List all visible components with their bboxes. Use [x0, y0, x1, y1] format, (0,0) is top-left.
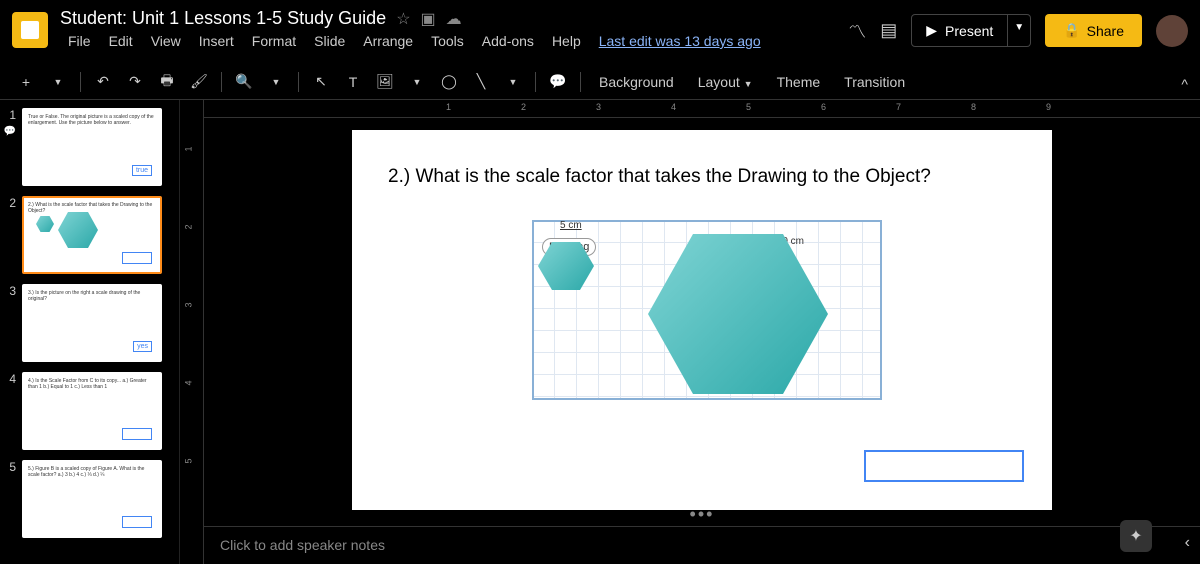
thumbnail-content: 5.) Figure B is a scaled copy of Figure …: [24, 462, 160, 482]
menu-tools[interactable]: Tools: [423, 31, 472, 51]
document-title[interactable]: Student: Unit 1 Lessons 1-5 Study Guide: [60, 8, 386, 29]
thumbnail-content: 2.) What is the scale factor that takes …: [24, 198, 160, 218]
answer-input-box[interactable]: [864, 450, 1024, 482]
menu-help[interactable]: Help: [544, 31, 589, 51]
shape-tool[interactable]: ◯: [435, 68, 463, 96]
slide-number: 5: [9, 460, 16, 474]
thumbnail-content: True or False. The original picture is a…: [24, 110, 160, 130]
thumbnail-answer-box: yes: [133, 341, 152, 352]
ruler-tick: 7: [896, 102, 901, 112]
thumbnail-answer-box: [122, 252, 152, 264]
redo-button[interactable]: ↷: [121, 68, 149, 96]
collapse-toolbar-icon[interactable]: ^: [1181, 76, 1188, 92]
zoom-button[interactable]: 🔍: [230, 68, 258, 96]
transition-button[interactable]: Transition: [834, 70, 915, 94]
thumbnail-answer-box: [122, 516, 152, 528]
thumbnail-content: 3.) Is the picture on the right a scale …: [24, 286, 160, 306]
vertical-ruler: 1 2 3 4 5: [180, 100, 204, 564]
slide-number: 1: [9, 108, 16, 122]
ruler-tick: 1: [446, 102, 451, 112]
side-panel-toggle[interactable]: ‹: [1185, 534, 1190, 552]
share-button[interactable]: 🔒 Share: [1045, 14, 1142, 47]
textbox-tool[interactable]: T: [339, 68, 367, 96]
separator: [535, 72, 536, 92]
menu-edit[interactable]: Edit: [101, 31, 141, 51]
ruler-tick: 4: [671, 102, 676, 112]
separator: [80, 72, 81, 92]
comments-icon[interactable]: ▤: [880, 20, 897, 41]
slide-diagram: 5 cm Drawing 20 cm Object: [532, 220, 882, 400]
slide-thumbnails-panel: 1 💬 True or False. The original picture is…: [0, 100, 180, 564]
theme-button[interactable]: Theme: [767, 70, 831, 94]
select-tool[interactable]: ↖: [307, 68, 335, 96]
menu-view[interactable]: View: [143, 31, 189, 51]
measurement-5cm: 5 cm: [560, 220, 582, 231]
separator: [298, 72, 299, 92]
slide-thumbnail[interactable]: True or False. The original picture is a…: [22, 108, 162, 186]
new-slide-dropdown[interactable]: ▼: [44, 68, 72, 96]
present-button[interactable]: ▶ Present: [911, 14, 1008, 47]
move-icon[interactable]: ▣: [421, 9, 436, 29]
ruler-tick: 5: [184, 458, 194, 463]
ruler-tick: 2: [184, 224, 194, 229]
ruler-tick: 9: [1046, 102, 1051, 112]
menu-file[interactable]: File: [60, 31, 99, 51]
slide-number: 2: [9, 196, 16, 210]
ruler-tick: 4: [184, 380, 194, 385]
thumbnail-content: 4.) Is the Scale Factor from C to its co…: [24, 374, 160, 394]
ruler-tick: 2: [521, 102, 526, 112]
cloud-status-icon[interactable]: ☁: [446, 9, 462, 29]
ruler-tick: 5: [746, 102, 751, 112]
last-edit-link[interactable]: Last edit was 13 days ago: [591, 31, 769, 51]
undo-button[interactable]: ↶: [89, 68, 117, 96]
star-icon[interactable]: ☆: [396, 9, 410, 29]
thumbnail-answer-box: true: [132, 165, 152, 176]
print-button[interactable]: 🖶: [153, 68, 181, 96]
layout-button[interactable]: Layout ▼: [688, 70, 763, 94]
ruler-tick: 3: [184, 302, 194, 307]
slide-thumbnail[interactable]: 5.) Figure B is a scaled copy of Figure …: [22, 460, 162, 538]
comment-button[interactable]: 💬: [544, 68, 572, 96]
separator: [580, 72, 581, 92]
thumbnail-answer-box: [122, 428, 152, 440]
new-slide-button[interactable]: +: [12, 68, 40, 96]
line-tool[interactable]: ╲: [467, 68, 495, 96]
zoom-dropdown[interactable]: ▼: [262, 68, 290, 96]
activity-icon[interactable]: 〽: [848, 18, 866, 44]
horizontal-ruler: 1 2 3 4 5 6 7 8 9: [204, 100, 1200, 118]
explore-button[interactable]: ✦: [1120, 520, 1152, 552]
present-label: Present: [945, 23, 993, 39]
menu-addons[interactable]: Add-ons: [474, 31, 542, 51]
menu-insert[interactable]: Insert: [191, 31, 242, 51]
present-dropdown[interactable]: ▼: [1008, 14, 1031, 47]
line-dropdown[interactable]: ▼: [499, 68, 527, 96]
menu-slide[interactable]: Slide: [306, 31, 353, 51]
ruler-tick: 8: [971, 102, 976, 112]
background-button[interactable]: Background: [589, 70, 684, 94]
image-tool[interactable]: 🖼: [371, 68, 399, 96]
ruler-tick: 6: [821, 102, 826, 112]
slide-number: 3: [9, 284, 16, 298]
slide-canvas[interactable]: 2.) What is the scale factor that takes …: [352, 130, 1052, 510]
ruler-tick: 3: [596, 102, 601, 112]
menu-format[interactable]: Format: [244, 31, 304, 51]
slides-app-icon[interactable]: [12, 12, 48, 48]
share-label: Share: [1087, 23, 1124, 39]
present-play-icon: ▶: [926, 22, 937, 39]
slide-thumbnail[interactable]: 4.) Is the Scale Factor from C to its co…: [22, 372, 162, 450]
paint-format-button[interactable]: 🖌: [185, 68, 213, 96]
image-dropdown[interactable]: ▼: [403, 68, 431, 96]
account-avatar[interactable]: [1156, 15, 1188, 47]
slide-question-text: 2.) What is the scale factor that takes …: [388, 166, 931, 188]
menu-arrange[interactable]: Arrange: [355, 31, 421, 51]
slide-thumbnail[interactable]: 3.) Is the picture on the right a scale …: [22, 284, 162, 362]
separator: [221, 72, 222, 92]
slide-thumbnail[interactable]: 2.) What is the scale factor that takes …: [22, 196, 162, 274]
lock-icon: 🔒: [1063, 22, 1080, 39]
ruler-tick: 1: [184, 146, 194, 151]
comment-indicator-icon[interactable]: 💬: [4, 126, 16, 137]
speaker-notes[interactable]: Click to add speaker notes: [204, 526, 1200, 564]
slide-number: 4: [9, 372, 16, 386]
